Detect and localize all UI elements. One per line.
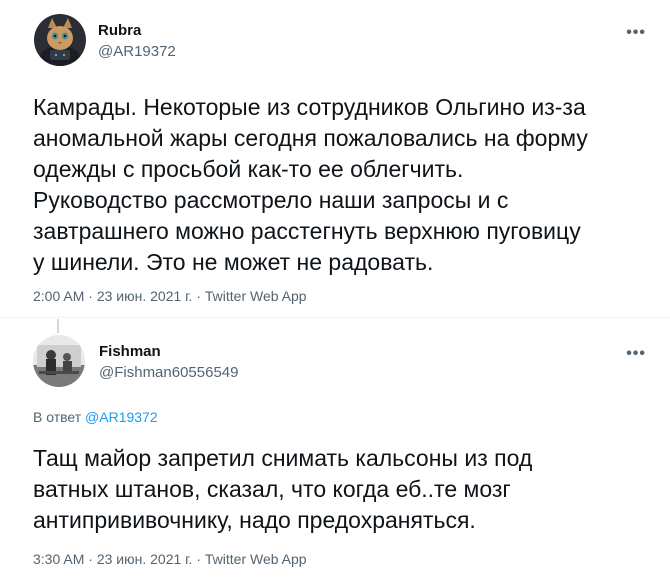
reply-prefix: В ответ xyxy=(33,409,82,425)
photo-avatar-icon xyxy=(33,335,85,387)
thread-connector-line xyxy=(57,319,59,333)
display-name[interactable]: Fishman xyxy=(99,343,161,360)
tweet-source-link[interactable]: Twitter Web App xyxy=(205,288,307,304)
tweet-date: 23 июн. 2021 г. xyxy=(96,551,193,567)
tweet-main: Rubra @AR19372 ••• Камрады. Некоторые из… xyxy=(0,0,670,318)
user-handle[interactable]: @Fishman60556549 xyxy=(99,364,238,381)
tweet-time-link[interactable]: 2:00 AM xyxy=(33,288,84,304)
user-handle[interactable]: @AR19372 xyxy=(98,43,176,60)
tweet-date-link[interactable]: 23 июн. 2021 г. xyxy=(97,288,193,304)
more-options-icon[interactable]: ••• xyxy=(626,346,646,362)
cat-avatar-icon xyxy=(34,14,86,66)
tweet-time-link[interactable]: 3:30 AM xyxy=(33,551,84,567)
tweet-date: 23 июн. 2021 г. xyxy=(96,288,193,304)
more-options-icon[interactable]: ••• xyxy=(626,25,646,41)
tweet-text: Камрады. Некоторые из сотрудников Ольгин… xyxy=(33,94,588,275)
replying-to: В ответ @AR19372 xyxy=(33,409,158,425)
tweet-meta: 3:30 AM · 23 июн. 2021 г. · Twitter Web … xyxy=(33,551,307,567)
reply-mention-link[interactable]: @AR19372 xyxy=(85,409,158,425)
tweet-date-link[interactable]: 23 июн. 2021 г. xyxy=(97,551,193,567)
avatar[interactable] xyxy=(33,335,85,387)
avatar[interactable] xyxy=(34,14,86,66)
meta-separator: · xyxy=(196,288,202,304)
tweet-reply: Fishman @Fishman60556549 ••• В ответ @AR… xyxy=(0,319,670,585)
display-name[interactable]: Rubra xyxy=(98,22,141,39)
tweet-meta: 2:00 AM · 23 июн. 2021 г. · Twitter Web … xyxy=(33,288,307,304)
meta-separator: · xyxy=(88,288,93,304)
tweet-source-link[interactable]: Twitter Web App xyxy=(205,551,307,567)
tweet-text: Тащ майор запретил снимать кальсоны из п… xyxy=(33,445,533,533)
meta-separator: · xyxy=(196,551,202,567)
tweet-time: 3:30 AM xyxy=(33,551,85,567)
tweet-time: 2:00 AM xyxy=(33,288,85,304)
meta-separator: · xyxy=(88,551,93,567)
